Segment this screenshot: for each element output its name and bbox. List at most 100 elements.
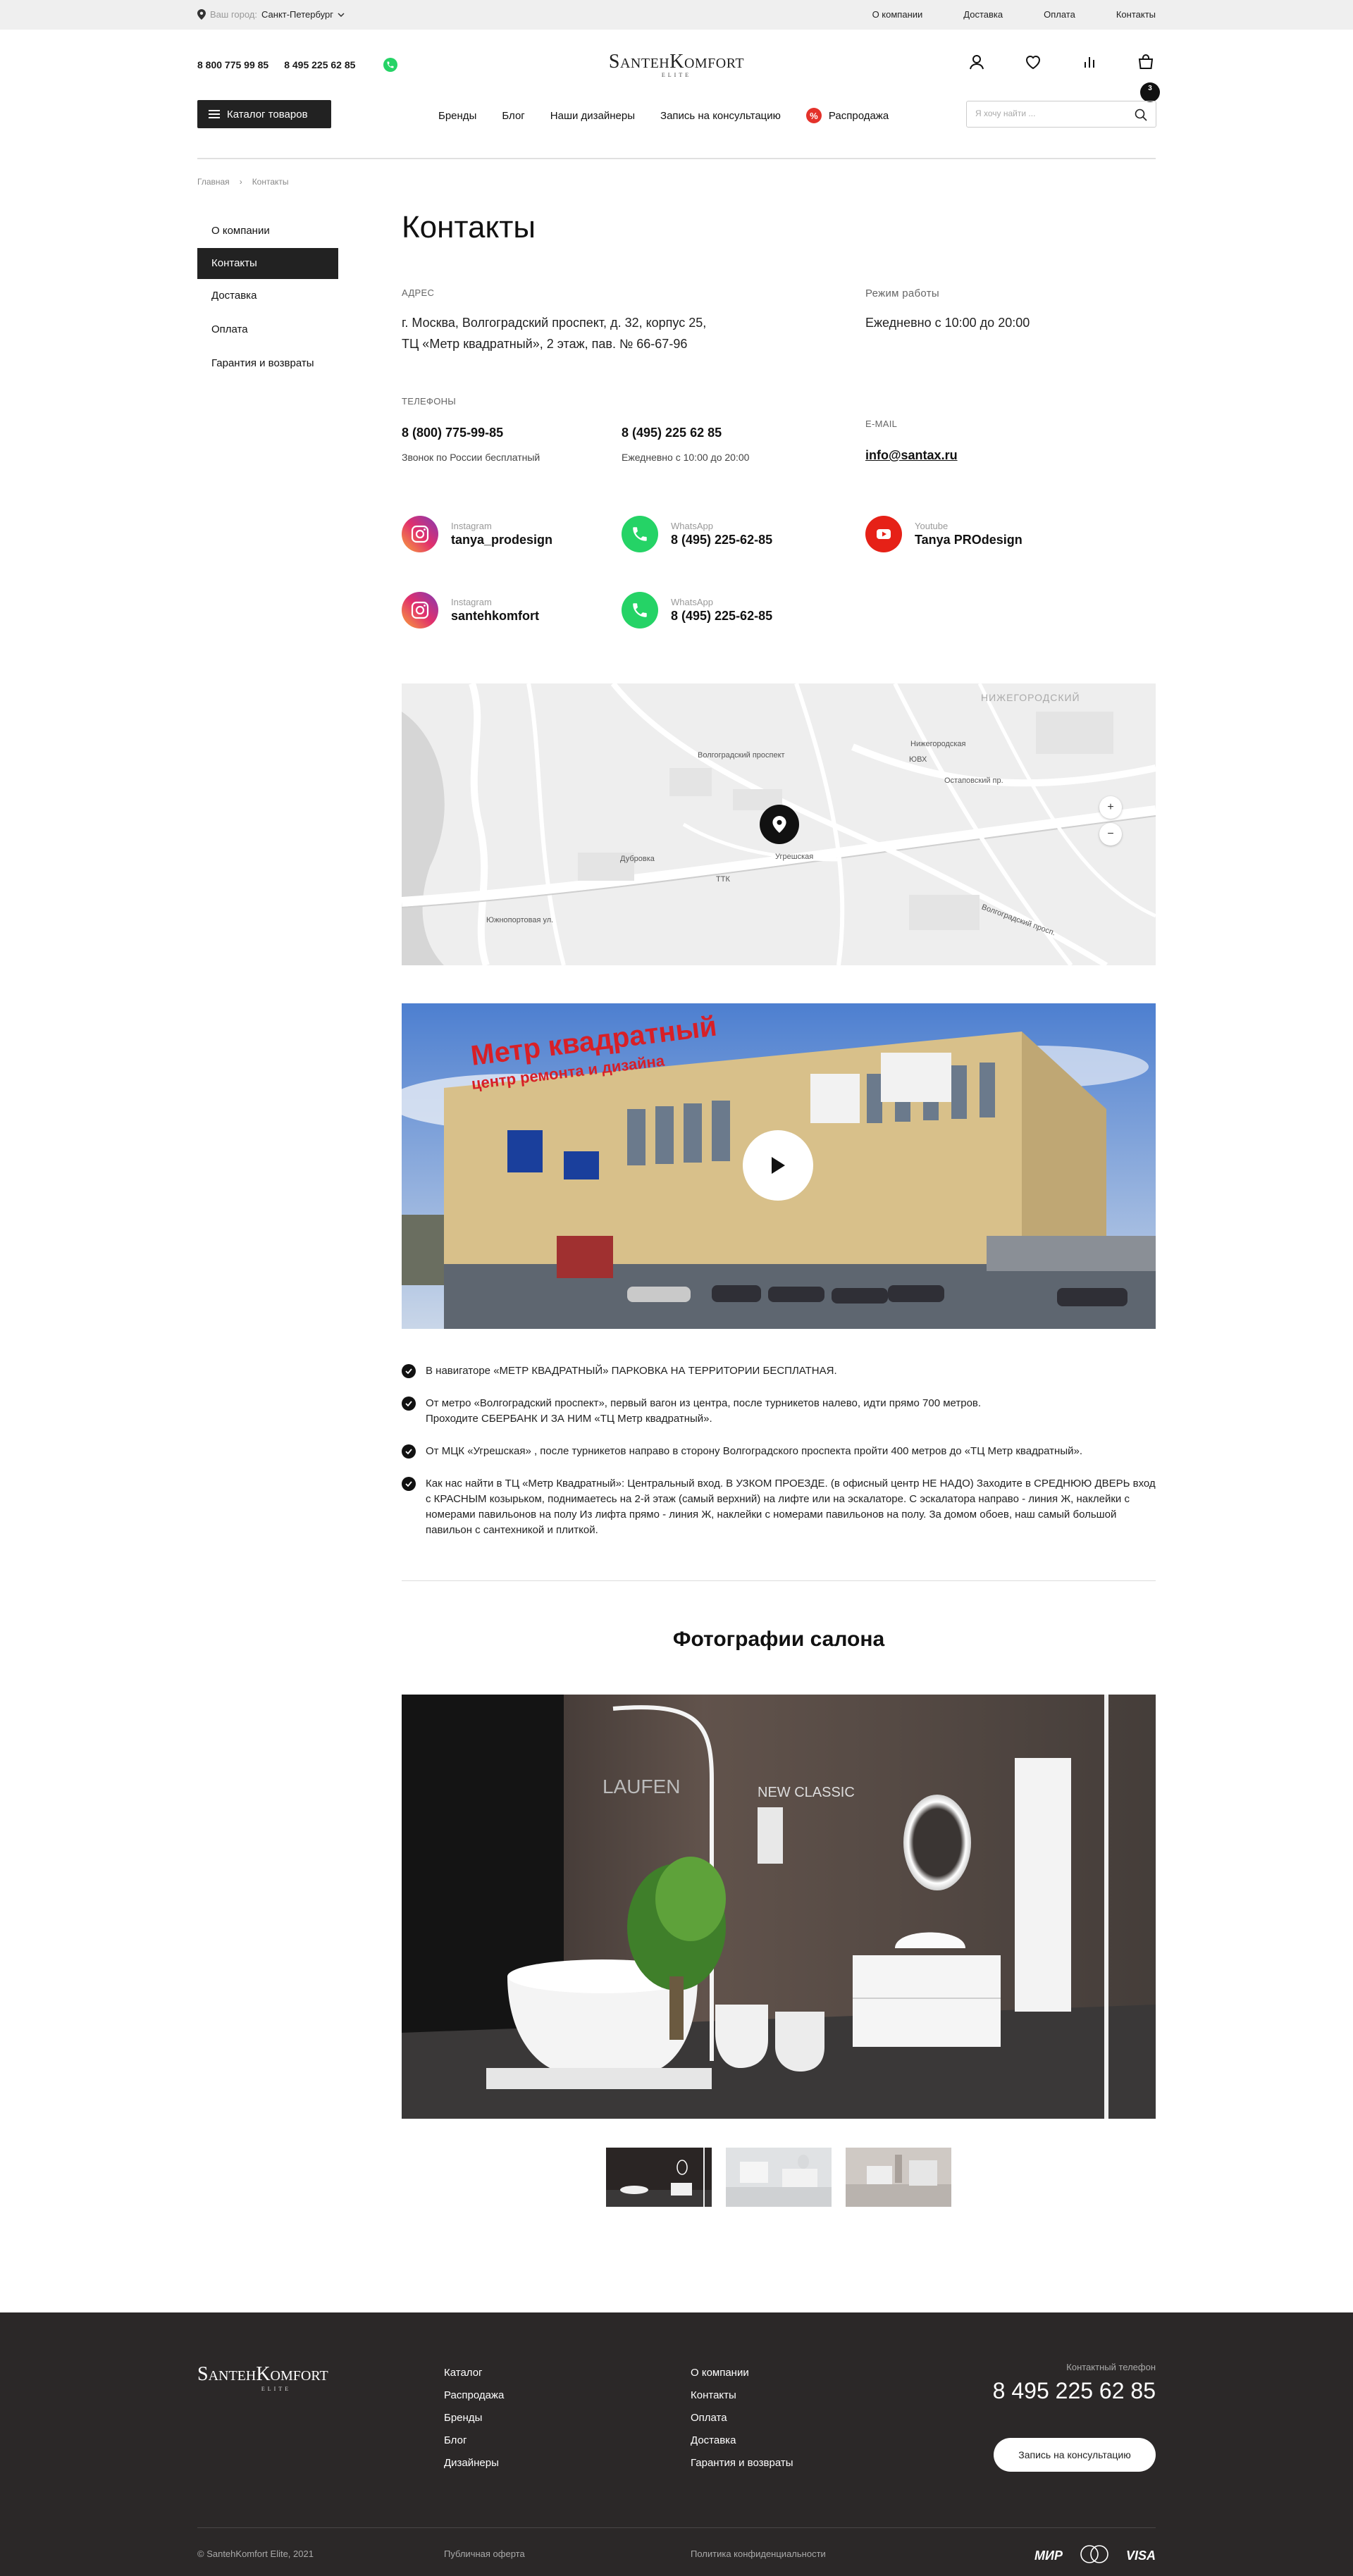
city-selector[interactable]: Ваш город: Санкт-Петербург xyxy=(197,9,345,20)
email-link[interactable]: info@santax.ru xyxy=(865,448,958,463)
nav-blog[interactable]: Блог xyxy=(502,110,524,122)
play-button[interactable] xyxy=(743,1130,813,1201)
social-kind: Youtube xyxy=(915,521,949,531)
toplink-contacts[interactable]: Контакты xyxy=(1116,9,1156,20)
zoom-out-button[interactable]: − xyxy=(1099,823,1122,846)
social-kind: Instagram xyxy=(451,521,492,531)
site-logo[interactable]: SantehKomfort ELITE xyxy=(598,51,755,78)
social-kind: Instagram xyxy=(451,597,492,607)
nav-brands[interactable]: Бренды xyxy=(438,110,476,122)
footer-link-catalog[interactable]: Каталог xyxy=(444,2362,504,2384)
social-instagram-1[interactable]: Instagram tanya_prodesign xyxy=(402,516,552,552)
photos-section-title: Фотографии салона xyxy=(672,1628,885,1651)
breadcrumb-current: Контакты xyxy=(252,177,289,187)
catalog-button[interactable]: Каталог товаров xyxy=(197,100,331,128)
list-item: В навигаторе «МЕТР КВАДРАТНЫЙ» ПАРКОВКА … xyxy=(402,1363,1156,1379)
footer-link-sale[interactable]: Распродажа xyxy=(444,2384,504,2407)
search-icon[interactable] xyxy=(1135,109,1147,125)
footer-link-brands[interactable]: Бренды xyxy=(444,2407,504,2429)
nav-designers[interactable]: Наши дизайнеры xyxy=(550,110,635,122)
consultation-button[interactable]: Запись на консультацию xyxy=(994,2438,1156,2472)
social-handle: tanya_prodesign xyxy=(451,533,553,547)
footer-offer-link[interactable]: Публичная оферта xyxy=(444,2549,525,2559)
photo-thumbnail[interactable] xyxy=(606,2148,712,2207)
toplink-payment[interactable]: Оплата xyxy=(1044,9,1075,20)
photo-collection-sign: NEW CLASSIC xyxy=(758,1785,855,1800)
contact-phone-1[interactable]: 8 (800) 775-99-85 xyxy=(402,426,503,440)
photo-thumbnail[interactable] xyxy=(726,2148,832,2207)
map-label: ЮВХ xyxy=(909,755,927,764)
social-youtube[interactable]: Youtube Tanya PROdesign xyxy=(865,516,1023,552)
address-line-2: ТЦ «Метр квадратный», 2 этаж, пав. № 66-… xyxy=(402,337,688,351)
nav-sale[interactable]: % Распродажа xyxy=(805,108,889,123)
address-value: г. Москва, Волгоградский проспект, д. 32… xyxy=(402,312,706,354)
salon-photo-main[interactable]: LAUFEN NEW CLASSIC xyxy=(402,1695,1156,2119)
address-line-1: г. Москва, Волгоградский проспект, д. 32… xyxy=(402,316,707,330)
social-whatsapp-2[interactable]: WhatsApp 8 (495) 225-62-85 xyxy=(622,592,772,628)
header-divider xyxy=(197,158,1156,159)
footer-link-contacts[interactable]: Контакты xyxy=(691,2384,793,2407)
toplink-delivery[interactable]: Доставка xyxy=(963,9,1003,20)
direction-text: От МЦК «Угрешская» , после турникетов на… xyxy=(426,1445,1083,1457)
footer-link-about[interactable]: О компании xyxy=(691,2362,793,2384)
toplink-about[interactable]: О компании xyxy=(872,9,923,20)
social-handle: 8 (495) 225-62-85 xyxy=(671,609,773,623)
video-player[interactable]: Метр квадратный центр ремонта и дизайна xyxy=(402,1003,1156,1329)
map-label: Волгоградский проспект xyxy=(698,751,785,760)
location-map[interactable]: НИЖЕГОРОДСКИЙ Волгоградский проспект Дуб… xyxy=(402,683,1156,965)
direction-text: В навигаторе «МЕТР КВАДРАТНЫЙ» ПАРКОВКА … xyxy=(426,1365,837,1377)
footer-link-designers[interactable]: Дизайнеры xyxy=(444,2452,504,2475)
mastercard-logo-icon xyxy=(1078,2544,1111,2568)
zoom-in-button[interactable]: + xyxy=(1099,796,1122,819)
search-input[interactable] xyxy=(975,109,1123,118)
nav-sale-label: Распродажа xyxy=(828,109,889,122)
list-item: От метро «Волгоградский проспект», первы… xyxy=(402,1396,1156,1427)
contact-phone-1-note: Звонок по России бесплатный xyxy=(402,452,540,463)
map-label: Южнопортовая ул. xyxy=(486,916,554,924)
sidebar-item-payment[interactable]: Оплата xyxy=(197,313,338,347)
cart-icon[interactable]: 3 xyxy=(1136,52,1160,102)
compare-icon[interactable] xyxy=(1080,52,1099,72)
mir-logo-icon: МИР xyxy=(1034,2549,1063,2563)
footer-privacy-link[interactable]: Политика конфиденциальности xyxy=(691,2549,826,2559)
footer-link-blog[interactable]: Блог xyxy=(444,2429,504,2452)
main-nav: Бренды Блог Наши дизайнеры Запись на кон… xyxy=(438,108,889,123)
nav-consultation[interactable]: Запись на консультацию xyxy=(660,110,781,122)
footer-contact-phone[interactable]: 8 495 225 62 85 xyxy=(993,2378,1156,2404)
contact-phone-2-note: Ежедневно с 10:00 до 20:00 xyxy=(622,452,750,463)
instagram-icon xyxy=(402,516,438,552)
top-bar: Ваш город: Санкт-Петербург О компании До… xyxy=(0,0,1353,30)
footer-link-warranty[interactable]: Гарантия и возвраты xyxy=(691,2452,793,2475)
whatsapp-icon[interactable] xyxy=(383,58,398,72)
footer-link-delivery[interactable]: Доставка xyxy=(691,2429,793,2452)
sidebar-item-warranty[interactable]: Гарантия и возвраты xyxy=(197,347,338,380)
contact-phone-2[interactable]: 8 (495) 225 62 85 xyxy=(622,426,722,440)
direction-text: Как нас найти в ТЦ «Метр Квадратный»: Це… xyxy=(426,1478,1156,1536)
footer-logo-text: SantehKomfort xyxy=(197,2363,328,2385)
visa-logo-icon: VISA xyxy=(1125,2549,1156,2563)
breadcrumb-home[interactable]: Главная xyxy=(197,177,230,187)
footer-link-payment[interactable]: Оплата xyxy=(691,2407,793,2429)
footer-logo[interactable]: SantehKomfort ELITE xyxy=(197,2363,355,2392)
heart-icon[interactable] xyxy=(1023,52,1043,72)
city-value[interactable]: Санкт-Петербург xyxy=(261,9,333,20)
photo-thumbnail[interactable] xyxy=(846,2148,951,2207)
instagram-icon xyxy=(402,592,438,628)
user-icon[interactable] xyxy=(967,52,987,72)
social-instagram-2[interactable]: Instagram santehkomfort xyxy=(402,592,539,628)
check-icon xyxy=(402,1444,416,1459)
footer-column-info: О компании Контакты Оплата Доставка Гара… xyxy=(691,2362,793,2475)
check-icon xyxy=(402,1477,416,1491)
check-icon xyxy=(402,1364,416,1378)
footer-divider xyxy=(197,2527,1156,2528)
sidebar-item-about[interactable]: О компании xyxy=(197,214,338,248)
social-whatsapp-1[interactable]: WhatsApp 8 (495) 225-62-85 xyxy=(622,516,772,552)
header-phone-1[interactable]: 8 800 775 99 85 xyxy=(197,59,268,70)
sidebar-item-delivery[interactable]: Доставка xyxy=(197,279,338,313)
map-marker-icon[interactable] xyxy=(760,805,799,844)
footer-contact: Контактный телефон 8 495 225 62 85 xyxy=(993,2362,1156,2404)
email-label: E-MAIL xyxy=(865,419,898,429)
header-phone-2[interactable]: 8 495 225 62 85 xyxy=(284,59,355,70)
breadcrumb-separator-icon: › xyxy=(239,177,242,187)
sidebar-item-contacts[interactable]: Контакты xyxy=(197,248,338,279)
